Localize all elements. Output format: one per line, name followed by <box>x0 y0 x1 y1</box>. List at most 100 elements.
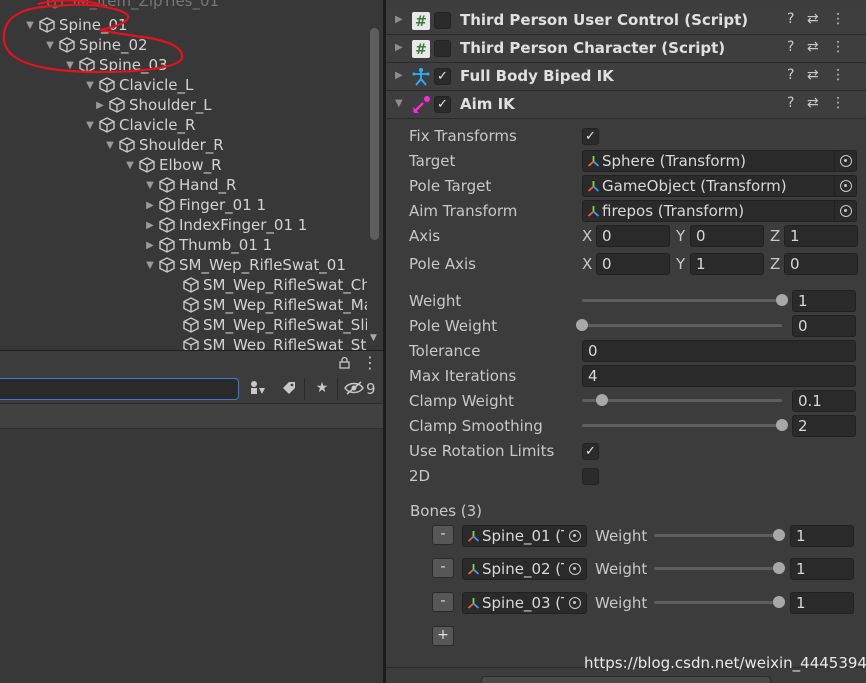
hierarchy-item[interactable]: ▼ SM_Wep_RifleSwat_01 <box>144 255 346 275</box>
component-header-icons[interactable]: ? ⇄ ⋮ <box>787 39 849 55</box>
component-header-aim-ik[interactable]: ▼ ✓ Aim IK ? ⇄ ⋮ <box>386 91 866 119</box>
bone-transform-field[interactable]: Spine_03 (T <box>462 592 587 614</box>
object-picker-icon[interactable] <box>834 176 856 196</box>
component-header-third-person-user-control[interactable]: ▶ # Third Person User Control (Script) ?… <box>386 7 866 35</box>
bone-transform-field[interactable]: Spine_01 (T <box>462 525 587 547</box>
aim-transform-field[interactable]: firepos (Transform) <box>582 200 857 222</box>
component-header-full-body-biped-ik[interactable]: ▶ ✓ Full Body Biped IK ? ⇄ ⋮ <box>386 63 866 91</box>
hierarchy-item[interactable]: ▼ Spine_02 <box>44 35 147 55</box>
bone-weight-slider-track[interactable] <box>654 534 779 537</box>
hierarchy-item[interactable]: SM_Wep_RifleSwat_Ma <box>180 295 373 315</box>
expand-arrow-icon[interactable]: ▶ <box>395 42 403 53</box>
component-enabled-checkbox[interactable] <box>434 12 451 29</box>
component-enabled-checkbox[interactable]: ✓ <box>434 96 451 113</box>
hidden-eye-icon[interactable] <box>344 380 364 398</box>
expand-arrow-icon[interactable]: ▶ <box>395 14 403 25</box>
remove-bone-button[interactable]: - <box>432 558 454 578</box>
weight-slider-track[interactable] <box>582 299 782 302</box>
filter-by-type-icon[interactable] <box>248 380 268 398</box>
add-component-button[interactable] <box>481 676 771 683</box>
2d-checkbox[interactable] <box>582 468 599 485</box>
favorite-star-icon[interactable]: ★ <box>312 380 332 398</box>
collapsed-arrow-icon[interactable]: ▶ <box>94 100 106 111</box>
collapse-arrow-icon[interactable]: ▼ <box>395 98 403 109</box>
project-list-row[interactable] <box>0 404 383 429</box>
expanded-arrow-icon[interactable]: ▼ <box>144 260 156 271</box>
collapsed-arrow-icon[interactable]: ▶ <box>144 200 156 211</box>
clamp-smoothing-field[interactable]: 2 <box>792 415 856 437</box>
object-picker-icon[interactable] <box>564 526 586 546</box>
expanded-arrow-icon[interactable]: ▼ <box>64 60 76 71</box>
hierarchy-item-cut[interactable]: SM_Item_ZipTies_01 <box>44 0 219 11</box>
expanded-arrow-icon[interactable]: ▼ <box>84 120 96 131</box>
bone-weight-slider-thumb[interactable] <box>773 529 785 541</box>
hierarchy-scrollbar-thumb[interactable] <box>370 28 379 240</box>
scroll-down-arrow-icon[interactable]: ▼ <box>370 333 377 343</box>
use-rotation-limits-checkbox[interactable]: ✓ <box>582 443 599 460</box>
expanded-arrow-icon[interactable]: ▼ <box>24 20 36 31</box>
lock-icon[interactable] <box>339 356 350 373</box>
clamp-weight-field[interactable]: 0.1 <box>792 390 856 412</box>
expanded-arrow-icon[interactable]: ▼ <box>124 160 136 171</box>
panel-menu-icon[interactable]: ⋮ <box>362 353 378 372</box>
bones-header[interactable]: Bones (3) <box>410 502 482 520</box>
pole-weight-slider-track[interactable] <box>582 324 782 327</box>
pole-axis-z-field[interactable]: 0 <box>784 253 858 275</box>
hierarchy-item[interactable]: ▶ IndexFinger_01 1 <box>144 215 307 235</box>
hierarchy-item[interactable]: SM_Wep_RifleSwat_Slid <box>180 315 378 335</box>
weight-field[interactable]: 1 <box>792 290 856 312</box>
component-header-icons[interactable]: ? ⇄ ⋮ <box>787 67 849 83</box>
pole-axis-x-field[interactable]: 0 <box>596 253 670 275</box>
pole-weight-slider-thumb[interactable] <box>576 319 588 331</box>
weight-slider-thumb[interactable] <box>776 294 788 306</box>
component-enabled-checkbox[interactable]: ✓ <box>434 68 451 85</box>
search-input[interactable] <box>0 378 239 400</box>
hierarchy-item[interactable]: ▶ Shoulder_L <box>94 95 212 115</box>
tolerance-field[interactable]: 0 <box>582 340 856 362</box>
clamp-smoothing-slider-track[interactable] <box>582 424 782 427</box>
component-header-icons[interactable]: ? ⇄ ⋮ <box>787 11 849 27</box>
component-header-third-person-character[interactable]: ▶ # Third Person Character (Script) ? ⇄ … <box>386 35 866 63</box>
target-field[interactable]: Sphere (Transform) <box>582 150 857 172</box>
expand-arrow-icon[interactable]: ▶ <box>395 70 403 81</box>
bone-weight-field[interactable]: 1 <box>790 592 854 614</box>
expanded-arrow-icon[interactable]: ▼ <box>104 140 116 151</box>
object-picker-icon[interactable] <box>834 151 856 171</box>
bone-weight-slider-thumb[interactable] <box>773 596 785 608</box>
pole-axis-y-field[interactable]: 1 <box>690 253 764 275</box>
hierarchy-item[interactable]: SM_Wep_RifleSwat_Sto <box>180 335 375 350</box>
bone-weight-slider-track[interactable] <box>654 567 779 570</box>
bone-weight-field[interactable]: 1 <box>790 558 854 580</box>
bone-transform-field[interactable]: Spine_02 (T <box>462 558 587 580</box>
bone-weight-slider-track[interactable] <box>654 601 779 604</box>
hierarchy-item[interactable]: ▼ Clavicle_R <box>84 115 195 135</box>
object-picker-icon[interactable] <box>564 593 586 613</box>
add-bone-button[interactable]: + <box>432 626 454 646</box>
bone-weight-field[interactable]: 1 <box>790 525 854 547</box>
clamp-weight-slider-thumb[interactable] <box>596 394 608 406</box>
hierarchy-item[interactable]: ▼ Spine_03 <box>64 55 167 75</box>
pole-weight-field[interactable]: 0 <box>792 315 856 337</box>
collapsed-arrow-icon[interactable]: ▶ <box>144 240 156 251</box>
component-header-icons[interactable]: ? ⇄ ⋮ <box>787 95 849 111</box>
clamp-weight-slider-track[interactable] <box>582 399 782 402</box>
object-picker-icon[interactable] <box>834 201 856 221</box>
collapsed-arrow-icon[interactable]: ▶ <box>144 220 156 231</box>
axis-x-field[interactable]: 0 <box>596 225 670 247</box>
hierarchy-item[interactable]: ▼ Hand_R <box>144 175 236 195</box>
expanded-arrow-icon[interactable]: ▼ <box>44 40 56 51</box>
clamp-smoothing-slider-thumb[interactable] <box>776 419 788 431</box>
filter-by-label-icon[interactable] <box>279 380 299 398</box>
hierarchy-item[interactable]: ▼ Shoulder_R <box>104 135 224 155</box>
hierarchy-item[interactable]: ▶ Thumb_01 1 <box>144 235 272 255</box>
hierarchy-item[interactable]: ▼ Elbow_R <box>124 155 221 175</box>
expanded-arrow-icon[interactable]: ▼ <box>84 80 96 91</box>
component-enabled-checkbox[interactable] <box>434 40 451 57</box>
expanded-arrow-icon[interactable]: ▼ <box>144 180 156 191</box>
pole-target-field[interactable]: GameObject (Transform) <box>582 175 857 197</box>
fix-transforms-checkbox[interactable]: ✓ <box>582 128 599 145</box>
object-picker-icon[interactable] <box>564 559 586 579</box>
remove-bone-button[interactable]: - <box>432 592 454 612</box>
axis-z-field[interactable]: 1 <box>784 225 858 247</box>
max-iterations-field[interactable]: 4 <box>582 365 856 387</box>
